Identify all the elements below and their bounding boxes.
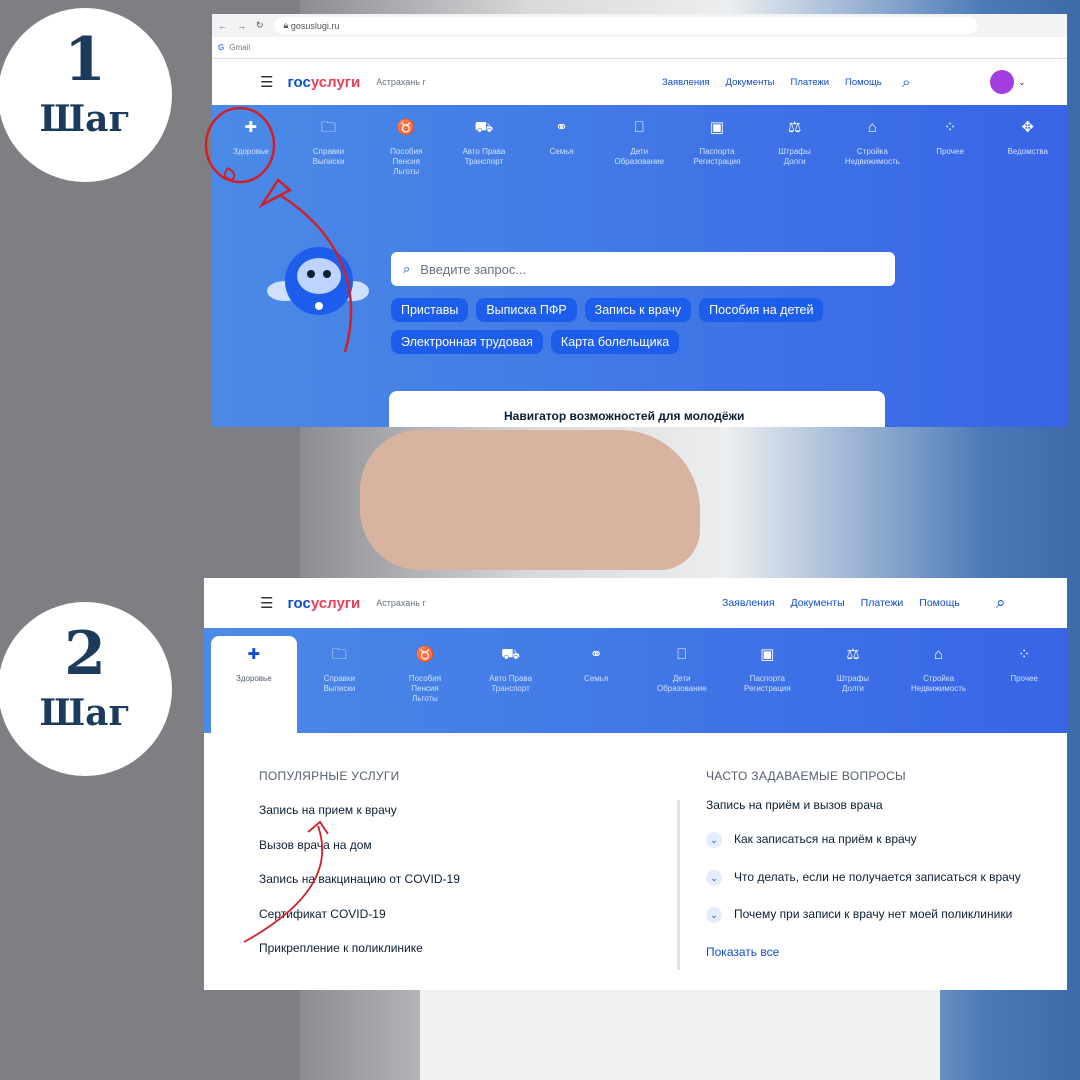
circle-annotation	[204, 106, 276, 184]
arrowhead-annotation-1	[258, 178, 293, 209]
arrow-annotation-2	[243, 825, 324, 943]
annotations	[204, 106, 353, 943]
loop-annotation	[223, 167, 236, 182]
arrow-annotation-1	[279, 193, 353, 353]
